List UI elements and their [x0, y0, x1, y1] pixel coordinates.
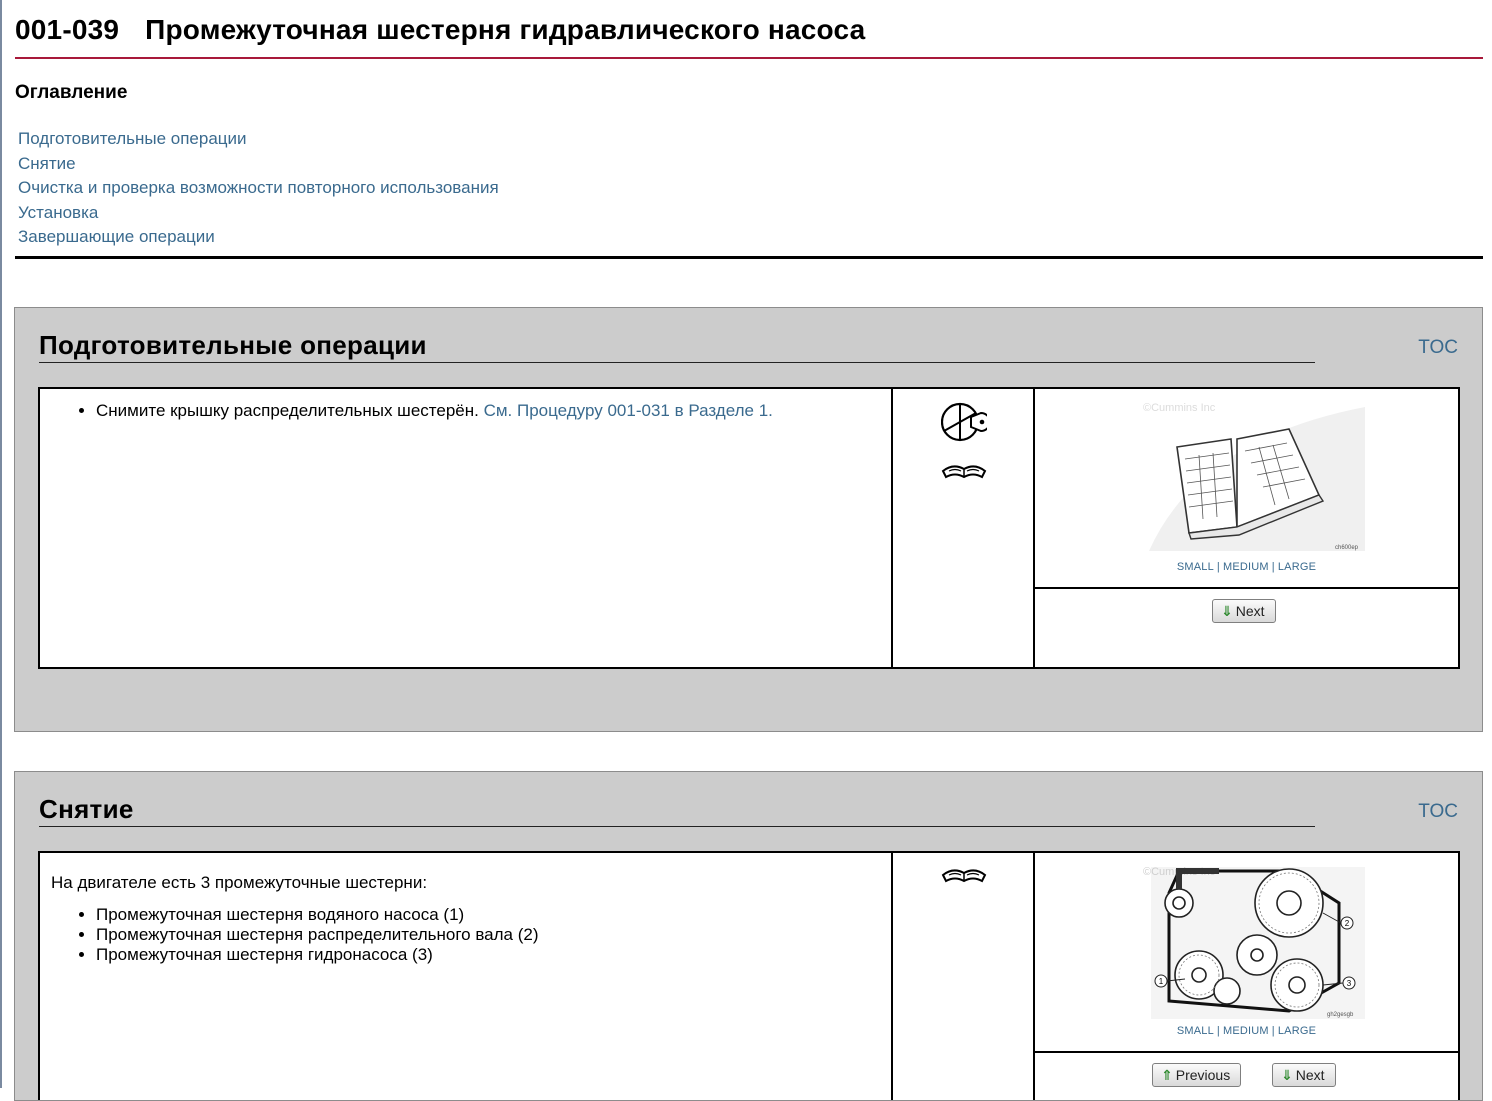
step-icons-cell	[893, 853, 1035, 1100]
procedure-step-table: Снимите крышку распределительных шестерё…	[38, 387, 1460, 669]
step-navigation-cell: ⇓ Next	[1035, 589, 1458, 667]
manual-book-figure[interactable]: ©Cummins Inc ch600ep	[1139, 399, 1365, 555]
toc-link-clean-inspect[interactable]: Очистка и проверка возможности повторног…	[18, 176, 499, 201]
step-text-cell: На двигателе есть 3 промежуточные шестер…	[40, 853, 893, 1100]
section-title-rule	[39, 362, 1315, 363]
previous-button[interactable]: ⇑ Previous	[1152, 1063, 1242, 1087]
figure-code: gh2gesgb	[1327, 1012, 1354, 1018]
next-button[interactable]: ⇓ Next	[1212, 599, 1276, 623]
toc-link-finishing[interactable]: Завершающие операции	[18, 225, 499, 250]
wrench-in-circle-icon	[941, 402, 987, 442]
left-page-border	[0, 0, 2, 1088]
size-small-link[interactable]: SMALL	[1177, 561, 1214, 573]
list-item: Промежуточная шестерня гидронасоса (3)	[96, 945, 539, 965]
toc-list: Подготовительные операции Снятие Очистка…	[18, 127, 499, 250]
step-icons-cell	[893, 389, 1035, 667]
down-arrow-icon: ⇓	[1221, 603, 1233, 619]
previous-label: Previous	[1175, 1067, 1231, 1083]
step-intro-text: На двигателе есть 3 промежуточные шестер…	[51, 873, 428, 892]
open-manual-icon	[941, 869, 987, 883]
size-large-link[interactable]: LARGE	[1278, 561, 1316, 573]
step-bullets: Промежуточная шестерня водяного насоса (…	[96, 905, 539, 965]
back-to-toc-link[interactable]: TOC	[1418, 337, 1458, 359]
size-small-link[interactable]: SMALL	[1177, 1025, 1214, 1037]
down-arrow-icon: ⇓	[1281, 1067, 1293, 1083]
callout-1: 1	[1159, 977, 1164, 986]
next-button[interactable]: ⇓ Next	[1272, 1063, 1336, 1087]
step-bullets: Снимите крышку распределительных шестерё…	[96, 401, 773, 421]
toc-link-installation[interactable]: Установка	[18, 201, 499, 226]
toc-divider	[15, 256, 1483, 259]
figure-cell: ©Cummins Inc ch600ep SMALL | MEDIUM | LARGE	[1035, 389, 1458, 667]
toc-heading: Оглавление	[15, 82, 128, 103]
callout-3: 3	[1347, 979, 1352, 988]
section-title-rule	[39, 826, 1315, 827]
size-medium-link[interactable]: MEDIUM	[1223, 561, 1269, 573]
figure-size-links: SMALL | MEDIUM | LARGE	[1176, 1025, 1317, 1037]
size-large-link[interactable]: LARGE	[1278, 1025, 1316, 1037]
section-title: Снятие	[39, 794, 134, 824]
step-navigation-cell: ⇑ Previous ⇓ Next	[1035, 1053, 1458, 1100]
back-to-toc-link[interactable]: TOC	[1418, 801, 1458, 823]
list-item: Снимите крышку распределительных шестерё…	[96, 401, 773, 421]
open-manual-icon	[941, 465, 987, 479]
figure-watermark: ©Cummins Inc	[1143, 402, 1216, 414]
procedure-step-table: На двигателе есть 3 промежуточные шестер…	[38, 851, 1460, 1100]
toc-link-removal[interactable]: Снятие	[18, 152, 499, 177]
section-removal: Снятие TOC На двигателе есть 3 промежуто…	[14, 771, 1483, 1101]
list-item: Промежуточная шестерня водяного насоса (…	[96, 905, 539, 925]
callout-2: 2	[1345, 919, 1350, 928]
size-medium-link[interactable]: MEDIUM	[1223, 1025, 1269, 1037]
procedure-code: 001-039	[15, 14, 120, 45]
step-instruction: Снимите крышку распределительных шестерё…	[96, 401, 484, 420]
figure-cell: ©Cummins Inc 1 2 3 gh2gesgb SMALL | MEDI…	[1035, 853, 1458, 1100]
procedure-title: Промежуточная шестерня гидравлического н…	[145, 14, 866, 45]
toc-link-preparation[interactable]: Подготовительные операции	[18, 127, 499, 152]
section-title: Подготовительные операции	[39, 330, 427, 360]
step-text-cell: Снимите крышку распределительных шестерё…	[40, 389, 893, 667]
section-preparation: Подготовительные операции TOC Снимите кр…	[14, 307, 1483, 732]
procedure-reference-link[interactable]: См. Процедуру 001-031 в Разделе 1.	[484, 401, 773, 420]
next-label: Next	[1235, 603, 1265, 619]
gear-train-figure[interactable]: ©Cummins Inc 1 2 3 gh2gesgb	[1139, 863, 1365, 1019]
figure-code: ch600ep	[1335, 545, 1359, 551]
figure-size-links: SMALL | MEDIUM | LARGE	[1176, 561, 1317, 573]
title-divider	[15, 57, 1483, 59]
list-item: Промежуточная шестерня распределительног…	[96, 925, 539, 945]
figure-image-cell: ©Cummins Inc 1 2 3 gh2gesgb SMALL | MEDI…	[1035, 853, 1458, 1053]
up-arrow-icon: ⇑	[1161, 1067, 1173, 1083]
page-title: 001-039 Промежуточная шестерня гидравличе…	[15, 14, 865, 46]
next-label: Next	[1295, 1067, 1325, 1083]
figure-image-cell: ©Cummins Inc ch600ep SMALL | MEDIUM | LARGE	[1035, 389, 1458, 589]
